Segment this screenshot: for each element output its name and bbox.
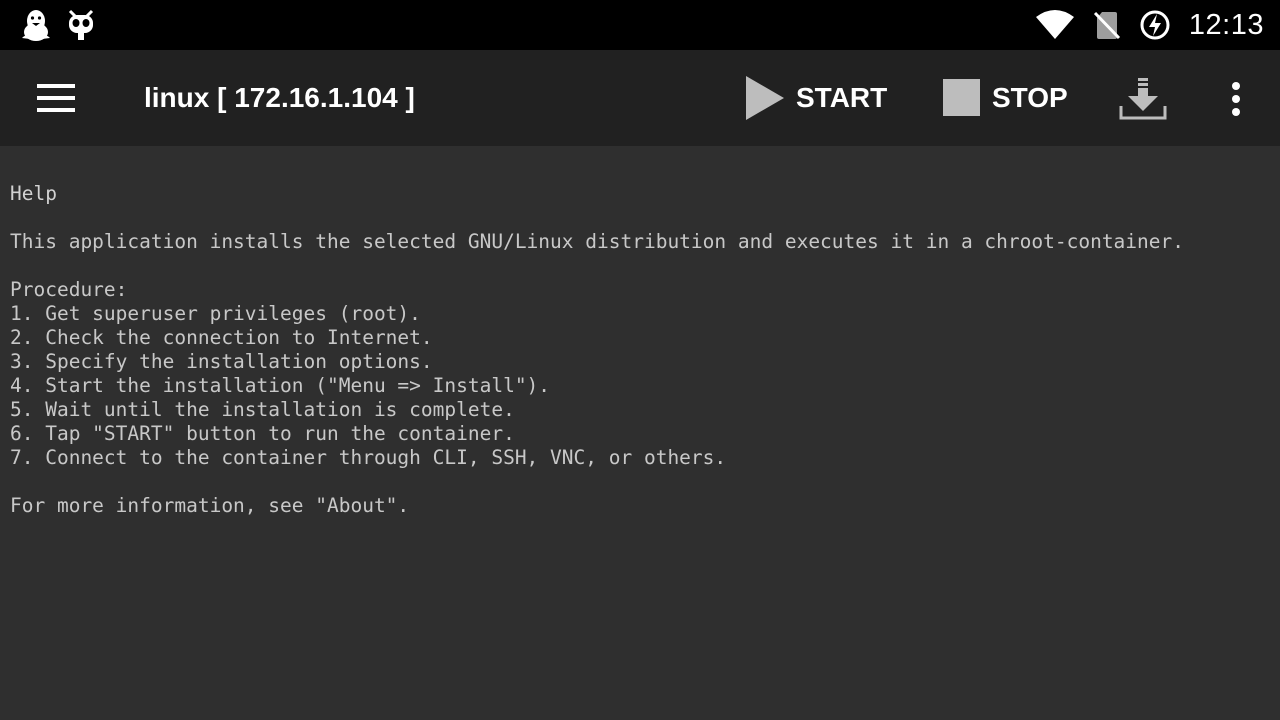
help-footer: For more information, see "About". (10, 494, 410, 517)
procedure-label: Procedure: (10, 278, 128, 301)
toolbar-title: linux [ 172.16.1.104 ] (144, 82, 415, 113)
procedure-step: 1. Get superuser privileges (root). (10, 302, 421, 325)
start-button[interactable]: START (744, 50, 887, 146)
procedure-step: 3. Specify the installation options. (10, 350, 433, 373)
help-heading: Help (10, 182, 57, 205)
stop-button-label: STOP (992, 82, 1068, 113)
procedure-step: 4. Start the installation ("Menu => Inst… (10, 374, 551, 397)
cyanogen-mascot-icon (68, 9, 94, 40)
status-bar: 12:13 (0, 0, 1280, 50)
overflow-menu-icon (1232, 82, 1240, 116)
penguin-icon (22, 10, 50, 41)
help-intro: This application installs the selected G… (10, 230, 1184, 253)
navigation-menu-button[interactable] (28, 70, 84, 126)
procedure-step: 7. Connect to the container through CLI,… (10, 446, 727, 469)
wifi-icon (1035, 10, 1074, 39)
clock: 12:13 (1188, 8, 1264, 41)
no-sim-icon (1093, 11, 1121, 40)
start-button-label: START (796, 82, 888, 113)
stop-button[interactable]: STOP (942, 50, 1068, 146)
system-status: 12:13 (1035, 0, 1264, 50)
notification-icons (18, 8, 96, 42)
install-button[interactable] (1116, 72, 1170, 126)
app-toolbar: linux [ 172.16.1.104 ] START STOP (0, 50, 1280, 146)
play-icon (746, 76, 784, 120)
procedure-step: 5. Wait until the installation is comple… (10, 398, 515, 421)
procedure-step: 6. Tap "START" button to run the contain… (10, 422, 515, 445)
download-icon (1119, 78, 1167, 120)
hamburger-menu-icon (37, 84, 75, 112)
overflow-menu-button[interactable] (1216, 74, 1256, 124)
stop-icon (943, 79, 980, 116)
help-text-area[interactable]: Help This application installs the selec… (0, 146, 1280, 720)
battery-charging-icon (1140, 10, 1170, 40)
procedure-step: 2. Check the connection to Internet. (10, 326, 433, 349)
